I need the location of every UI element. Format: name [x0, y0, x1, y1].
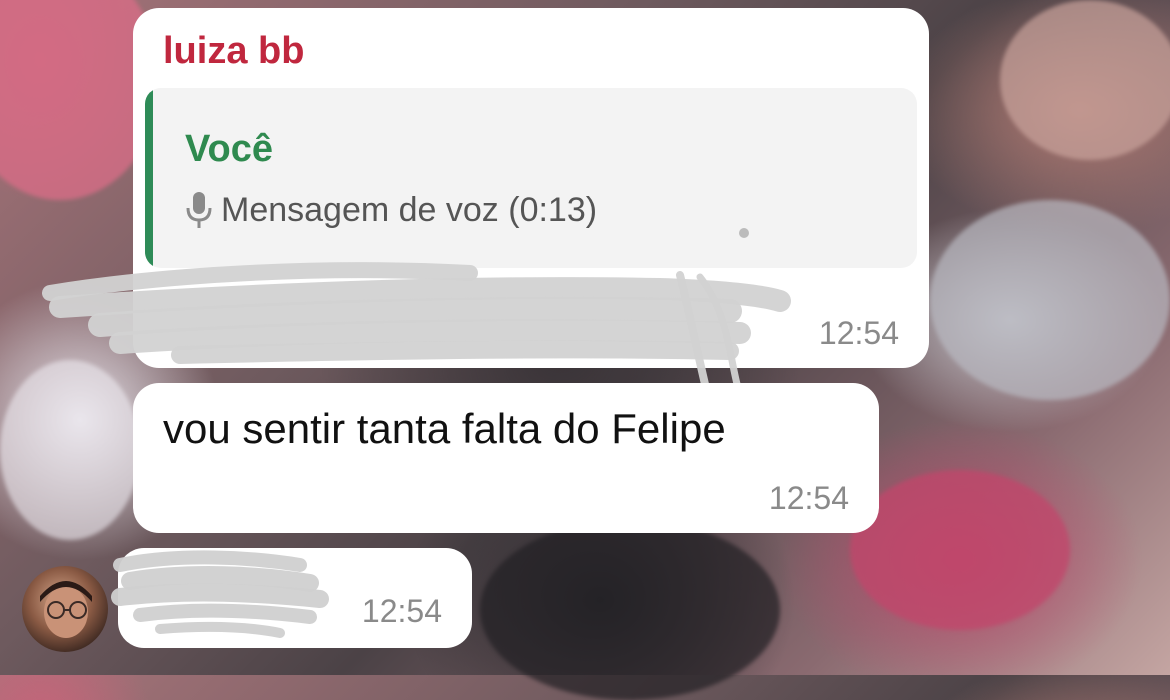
quote-accent-bar [145, 88, 153, 268]
quoted-message[interactable]: Você Mensagem de voz (0:13) [145, 88, 917, 268]
sender-name[interactable]: luiza bb [163, 30, 304, 73]
avatar-image [40, 581, 92, 638]
message-time: 12:54 [768, 480, 849, 516]
message-text: vou sentir tanta falta do Felipe [163, 405, 726, 452]
message-bubble[interactable]: 12:54 [118, 548, 472, 648]
message-bubble[interactable]: vou sentir tanta falta do Felipe 12:54 [133, 383, 879, 533]
quote-author: Você [185, 128, 274, 170]
message-time: 12:54 [361, 593, 442, 629]
message-bubble[interactable]: luiza bb Você Mensagem de voz (0:13) 12:… [133, 8, 929, 368]
decorative-dot [739, 228, 749, 238]
quote-text: Mensagem de voz (0:13) [221, 190, 598, 229]
sender-avatar[interactable] [22, 566, 108, 652]
message-time: 12:54 [818, 315, 899, 351]
microphone-icon [186, 192, 212, 228]
quote-voice-message: Mensagem de voz (0:13) [185, 190, 597, 230]
